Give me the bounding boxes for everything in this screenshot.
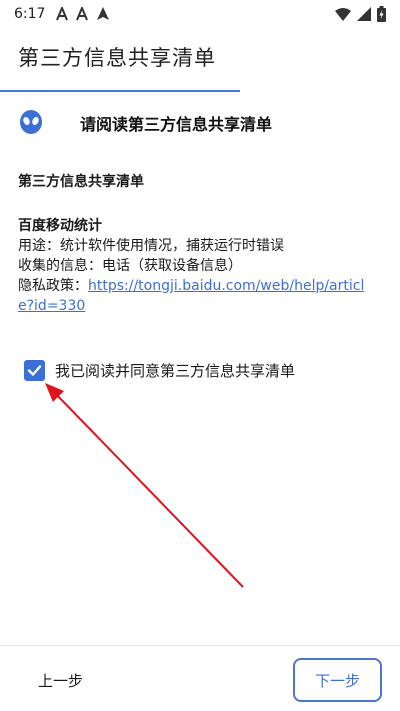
section-title: 第三方信息共享清单 [18, 174, 144, 190]
previous-step-button[interactable]: 上一步 [22, 662, 102, 698]
provider-name: 百度移动统计 [18, 218, 102, 234]
status-icons-right [335, 6, 386, 22]
checkmark-icon [27, 364, 42, 376]
consent-checkbox[interactable] [24, 359, 45, 381]
share-list-content: 第三方信息共享清单 百度移动统计 用途：统计软件使用情况，捕获运行时错误 收集的… [18, 172, 378, 316]
consent-row[interactable]: 我已阅读并同意第三方信息共享清单 [24, 358, 295, 382]
provider-collected-info: 收集的信息：电话（获取设备信息） [18, 258, 242, 274]
font-a-icon [76, 7, 89, 21]
status-icons-left [55, 6, 111, 22]
app-bar: 第三方信息共享清单 [0, 28, 400, 92]
title-underline [0, 90, 240, 92]
page-title: 第三方信息共享清单 [18, 46, 216, 70]
status-bar: 6:17 [0, 0, 400, 28]
battery-charging-icon [377, 6, 386, 22]
navigation-app-icon [97, 7, 110, 20]
font-a-icon [56, 7, 69, 21]
alien-icon [20, 110, 42, 134]
signal-icon [357, 7, 371, 21]
privacy-policy-label: 隐私政策： [18, 278, 88, 294]
status-time: 6:17 [14, 6, 46, 22]
notice-title: 请阅读第三方信息共享清单 [80, 115, 273, 134]
provider-purpose: 用途：统计软件使用情况，捕获运行时错误 [18, 238, 284, 254]
next-step-button[interactable]: 下一步 [293, 658, 382, 702]
wifi-icon [335, 8, 351, 21]
footer-divider [0, 645, 400, 646]
notice-header: 请阅读第三方信息共享清单 [0, 103, 400, 143]
privacy-policy-line: 隐私政策：https://tongji.baidu.com/web/help/a… [18, 276, 378, 316]
consent-label: 我已阅读并同意第三方信息共享清单 [55, 361, 296, 380]
